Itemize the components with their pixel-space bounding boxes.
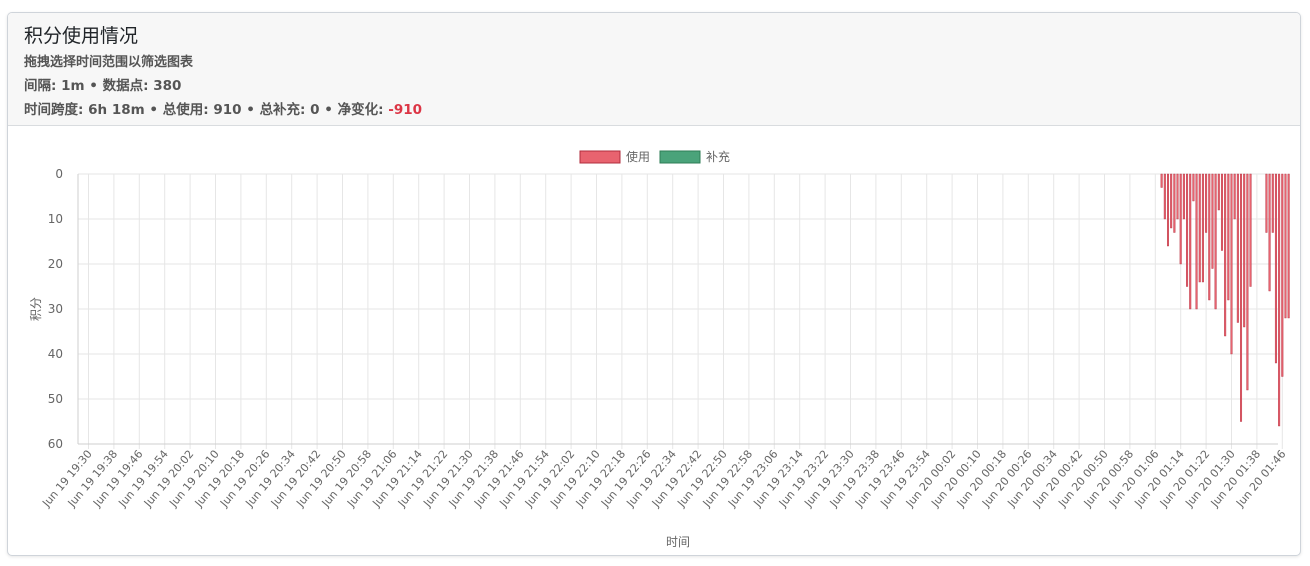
bar <box>1166 173 1169 247</box>
bar <box>1211 173 1214 269</box>
x-axis-title: 时间 <box>666 535 690 549</box>
y-tick-label: 30 <box>48 302 63 316</box>
bar <box>1265 173 1268 233</box>
bar <box>1217 173 1220 211</box>
bar <box>1182 173 1185 220</box>
net-label: 净变化: <box>337 102 384 118</box>
bar <box>1220 173 1223 251</box>
bar <box>1233 173 1236 220</box>
refill-label: 总补充: <box>259 102 306 118</box>
bar <box>1243 173 1246 328</box>
legend-swatch <box>659 150 701 164</box>
separator: • <box>89 78 98 94</box>
bar <box>1240 173 1243 422</box>
bar <box>1205 173 1208 233</box>
used-value: 910 <box>213 102 242 118</box>
separator: • <box>149 102 159 118</box>
bar <box>1179 173 1182 265</box>
bar <box>1192 173 1195 202</box>
bar <box>1249 173 1252 287</box>
usage-card: 积分使用情况 拖拽选择时间范围以筛选图表 间隔: 1m • 数据点: 380 时… <box>7 12 1301 556</box>
bar <box>1230 173 1233 355</box>
summary-stats: 时间跨度: 6h 18m • 总使用: 910 • 总补充: 0 • 净变化: … <box>24 98 422 118</box>
bar <box>1281 173 1284 377</box>
bar <box>1287 173 1290 319</box>
bar <box>1236 173 1239 323</box>
usage-chart[interactable]: 0102030405060Jun 19 19:30Jun 19 19:38Jun… <box>8 126 1300 556</box>
bar <box>1227 173 1230 301</box>
bar <box>1224 173 1227 337</box>
bar <box>1195 173 1198 310</box>
interval-stats: 间隔: 1m • 数据点: 380 <box>24 74 181 94</box>
card-header: 积分使用情况 拖拽选择时间范围以筛选图表 间隔: 1m • 数据点: 380 时… <box>8 13 1300 126</box>
y-axis-title: 积分 <box>29 297 43 321</box>
bar <box>1246 173 1249 391</box>
bar <box>1278 173 1281 427</box>
legend-label: 使用 <box>626 149 650 164</box>
bar <box>1271 173 1274 233</box>
chart-area[interactable]: 0 10 20 30 40 50 60 Jun 19 19:30 Jun 19 19:38 Jun… <box>8 126 1300 556</box>
separator: • <box>324 102 333 118</box>
drag-hint: 拖拽选择时间范围以筛选图表 <box>24 55 194 70</box>
bar <box>1160 173 1163 188</box>
y-tick-label: 20 <box>48 257 63 271</box>
refill-value: 0 <box>310 102 320 118</box>
interval-label: 间隔: <box>24 78 57 94</box>
bar <box>1198 173 1201 283</box>
bar <box>1274 173 1277 364</box>
interval-value: 1m <box>61 78 85 94</box>
y-tick-label: 0 <box>55 167 63 181</box>
legend-swatch <box>579 150 621 164</box>
bar <box>1189 173 1192 310</box>
used-label: 总使用: <box>162 102 209 118</box>
bar <box>1170 173 1173 229</box>
points-value: 380 <box>153 78 182 94</box>
y-tick-label: 60 <box>48 437 63 451</box>
bar <box>1201 173 1204 283</box>
bar <box>1163 173 1166 220</box>
points-label: 数据点: <box>102 78 149 94</box>
bar <box>1214 173 1217 310</box>
separator: • <box>246 102 255 118</box>
span-value: 6h 18m <box>88 102 145 118</box>
bar <box>1176 173 1179 220</box>
span-label: 时间跨度: <box>24 102 84 118</box>
y-tick-label: 10 <box>48 212 63 226</box>
bar <box>1284 173 1287 319</box>
y-tick-label: 40 <box>48 347 63 361</box>
bar <box>1208 173 1211 301</box>
bar <box>1186 173 1189 287</box>
page-title: 积分使用情况 <box>24 25 139 47</box>
bar <box>1173 173 1176 233</box>
y-tick-label: 50 <box>48 392 63 406</box>
net-value: -910 <box>388 102 423 118</box>
bar <box>1268 173 1271 292</box>
legend-label: 补充 <box>706 149 730 164</box>
